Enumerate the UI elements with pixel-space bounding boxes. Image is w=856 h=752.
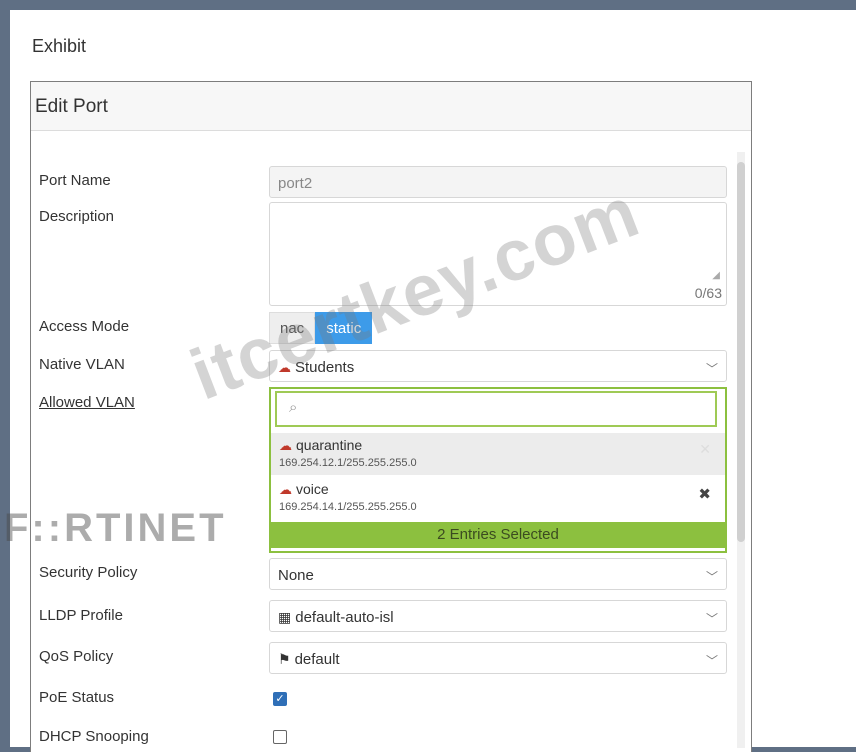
exhibit-title: Exhibit — [32, 36, 87, 56]
dialog-header: Edit Port — [31, 82, 751, 131]
chevron-down-icon: ﹀ — [705, 362, 718, 376]
native-vlan-label: Native VLAN — [39, 356, 125, 373]
lldp-profile-value: default-auto-isl — [295, 609, 394, 626]
description-label: Description — [39, 208, 115, 225]
chevron-down-icon: ﹀ — [705, 612, 718, 626]
chevron-down-icon: ﹀ — [705, 570, 718, 584]
entries-selected-summary: 2 Entries Selected — [271, 522, 725, 548]
port-name-input[interactable]: port2 — [269, 166, 727, 198]
entry-name: quarantine — [296, 437, 363, 453]
remove-entry-icon[interactable]: ✕ — [699, 441, 711, 458]
search-icon: ⌕ — [289, 399, 298, 416]
edit-port-dialog: Edit Port Port Name port2 Description ◢ … — [30, 81, 752, 752]
qos-policy-value: default — [294, 651, 340, 668]
qos-policy-select[interactable]: ⚑ default ﹀ — [269, 642, 727, 674]
cloud-icon: ☁ — [279, 482, 292, 497]
remove-entry-icon[interactable]: ✖ — [698, 485, 711, 503]
lldp-profile-select[interactable]: ▦ default-auto-isl ﹀ — [269, 600, 727, 632]
resize-grip-icon[interactable]: ◢ — [712, 270, 720, 281]
list-item-voice[interactable]: ☁ voice 169.254.14.1/255.255.255.0 ✖ — [271, 477, 725, 519]
port-name-label: Port Name — [39, 172, 111, 189]
exhibit-frame: Exhibit Edit Port Port Name port2 Descri… — [10, 10, 856, 752]
allowed-vlan-search-input[interactable]: ⌕ — [275, 391, 717, 427]
access-mode-label: Access Mode — [39, 318, 130, 335]
qos-policy-label: QoS Policy — [39, 648, 114, 665]
poe-status-checkbox[interactable]: ✓ — [273, 692, 287, 706]
list-item-quarantine[interactable]: ☁ quarantine 169.254.12.1/255.255.255.0 ✕ — [271, 433, 725, 475]
lldp-profile-label: LLDP Profile — [39, 607, 123, 624]
entry-address: 169.254.12.1/255.255.255.0 — [279, 457, 417, 469]
chevron-down-icon: ﹀ — [705, 654, 718, 668]
dhcp-snooping-checkbox[interactable] — [273, 730, 287, 744]
security-policy-label: Security Policy — [39, 564, 138, 581]
entry-address: 169.254.14.1/255.255.255.0 — [279, 501, 417, 513]
allowed-vlan-label: Allowed VLAN — [39, 394, 135, 411]
allowed-vlan-multiselect: ⌕ ☁ quarantine 169.254.12.1/255.255.255.0… — [269, 387, 727, 553]
table-icon: ▦ — [278, 609, 292, 625]
port-name-value: port2 — [278, 175, 313, 192]
flag-icon: ⚑ — [278, 651, 291, 667]
security-policy-select[interactable]: None ﹀ — [269, 558, 727, 590]
dhcp-snooping-label: DHCP Snooping — [39, 728, 149, 745]
dialog-title: Edit Port — [35, 96, 108, 117]
dialog-scrollbar[interactable] — [737, 152, 745, 748]
entry-name: voice — [296, 481, 329, 497]
poe-status-label: PoE Status — [39, 689, 115, 706]
cloud-icon: ☁ — [279, 438, 292, 453]
security-policy-value: None — [278, 567, 314, 584]
fortinet-logo: F::RTINET — [4, 506, 227, 550]
scrollbar-thumb[interactable] — [737, 162, 745, 542]
description-counter: 0/63 — [694, 285, 722, 301]
